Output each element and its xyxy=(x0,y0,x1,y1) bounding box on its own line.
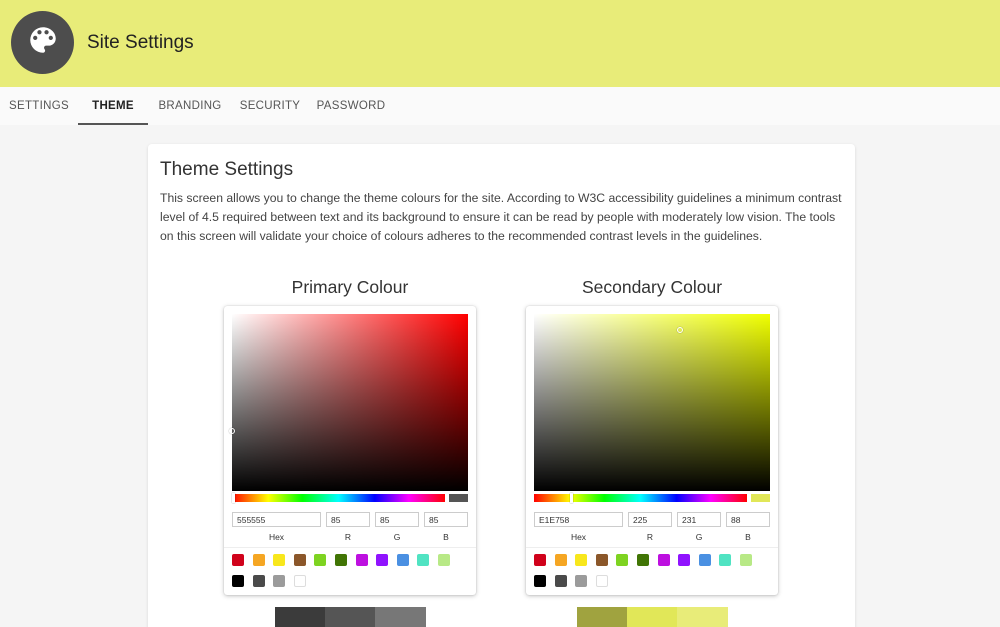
preset-swatch[interactable] xyxy=(534,575,546,587)
secondary-b-input[interactable] xyxy=(726,512,770,527)
primary-saturation-pointer[interactable] xyxy=(229,428,235,434)
preset-swatch[interactable] xyxy=(698,554,711,566)
preset-swatch[interactable] xyxy=(252,554,265,566)
r-label: R xyxy=(646,532,654,542)
secondary-saturation-pointer[interactable] xyxy=(677,327,683,333)
palette-icon xyxy=(26,23,60,62)
r-label: R xyxy=(344,532,352,542)
active-tab-indicator xyxy=(78,123,148,125)
preset-swatch[interactable] xyxy=(438,554,450,566)
preset-swatch[interactable] xyxy=(396,554,409,566)
preset-swatch[interactable] xyxy=(293,554,306,566)
primary-palette-strip xyxy=(275,607,426,627)
avatar xyxy=(11,11,74,74)
preset-swatch[interactable] xyxy=(637,554,649,566)
b-label: B xyxy=(443,532,449,542)
preset-swatch[interactable] xyxy=(595,554,608,566)
secondary-hue-slider[interactable] xyxy=(534,493,747,503)
app-header: Site Settings xyxy=(0,0,1000,87)
preset-swatch[interactable] xyxy=(417,554,430,566)
primary-saturation-area[interactable] xyxy=(229,314,468,491)
palette-shade xyxy=(577,607,628,627)
secondary-colour-heading: Secondary Colour xyxy=(581,277,723,297)
secondary-r-input[interactable] xyxy=(628,512,672,527)
primary-colour-picker: Hex R G B xyxy=(224,306,476,595)
tab-bar: SETTINGS THEME BRANDING SECURITY PASSWOR… xyxy=(0,87,1000,125)
secondary-current-swatch xyxy=(751,494,770,502)
preset-swatch[interactable] xyxy=(719,554,732,566)
preset-swatch[interactable] xyxy=(355,554,368,566)
theme-settings-card: Theme Settings This screen allows you to… xyxy=(148,144,855,627)
secondary-saturation-area[interactable] xyxy=(534,314,770,491)
tab-theme[interactable]: THEME xyxy=(78,87,148,125)
tab-security[interactable]: SECURITY xyxy=(232,87,308,125)
preset-swatch[interactable] xyxy=(575,554,588,566)
preset-swatch[interactable] xyxy=(616,554,629,566)
b-label: B xyxy=(745,532,751,542)
preset-swatch[interactable] xyxy=(252,575,265,587)
preset-swatch[interactable] xyxy=(232,554,244,566)
card-title: Theme Settings xyxy=(160,159,294,180)
primary-hex-input[interactable] xyxy=(232,512,321,527)
g-label: G xyxy=(393,532,401,542)
palette-shade xyxy=(375,607,426,627)
preset-swatch[interactable] xyxy=(335,554,347,566)
preset-swatch[interactable] xyxy=(376,554,389,566)
secondary-g-input[interactable] xyxy=(677,512,721,527)
preset-swatch[interactable] xyxy=(554,575,567,587)
preset-swatch[interactable] xyxy=(595,575,608,587)
preset-swatch[interactable] xyxy=(657,554,670,566)
preset-swatch[interactable] xyxy=(314,554,327,566)
secondary-palette-strip xyxy=(577,607,728,627)
hex-label: Hex xyxy=(268,532,285,542)
primary-b-input[interactable] xyxy=(424,512,468,527)
hex-label: Hex xyxy=(570,532,587,542)
secondary-colour-picker: Hex R G B xyxy=(526,306,778,595)
preset-swatch[interactable] xyxy=(273,575,286,587)
secondary-hue-pointer[interactable] xyxy=(570,493,573,503)
preset-swatch[interactable] xyxy=(293,575,306,587)
g-label: G xyxy=(695,532,703,542)
tab-branding[interactable]: BRANDING xyxy=(148,87,232,125)
tab-settings[interactable]: SETTINGS xyxy=(0,87,78,125)
preset-swatch[interactable] xyxy=(575,575,588,587)
primary-hue-pointer[interactable] xyxy=(232,493,235,503)
primary-current-swatch xyxy=(449,494,468,502)
preset-swatch[interactable] xyxy=(273,554,286,566)
primary-hue-slider[interactable] xyxy=(232,493,445,503)
primary-g-input[interactable] xyxy=(375,512,419,527)
palette-shade xyxy=(325,607,376,627)
primary-r-input[interactable] xyxy=(326,512,370,527)
page-title: Site Settings xyxy=(87,32,194,53)
tab-password[interactable]: PASSWORD xyxy=(308,87,394,125)
preset-swatch[interactable] xyxy=(678,554,691,566)
palette-shade xyxy=(627,607,678,627)
primary-colour-heading: Primary Colour xyxy=(291,277,409,297)
palette-shade xyxy=(275,607,326,627)
palette-shade xyxy=(677,607,728,627)
preset-swatch[interactable] xyxy=(554,554,567,566)
preset-swatch[interactable] xyxy=(534,554,546,566)
preset-swatch[interactable] xyxy=(232,575,244,587)
secondary-hex-input[interactable] xyxy=(534,512,623,527)
preset-swatch[interactable] xyxy=(740,554,752,566)
card-description: This screen allows you to change the the… xyxy=(160,191,842,243)
